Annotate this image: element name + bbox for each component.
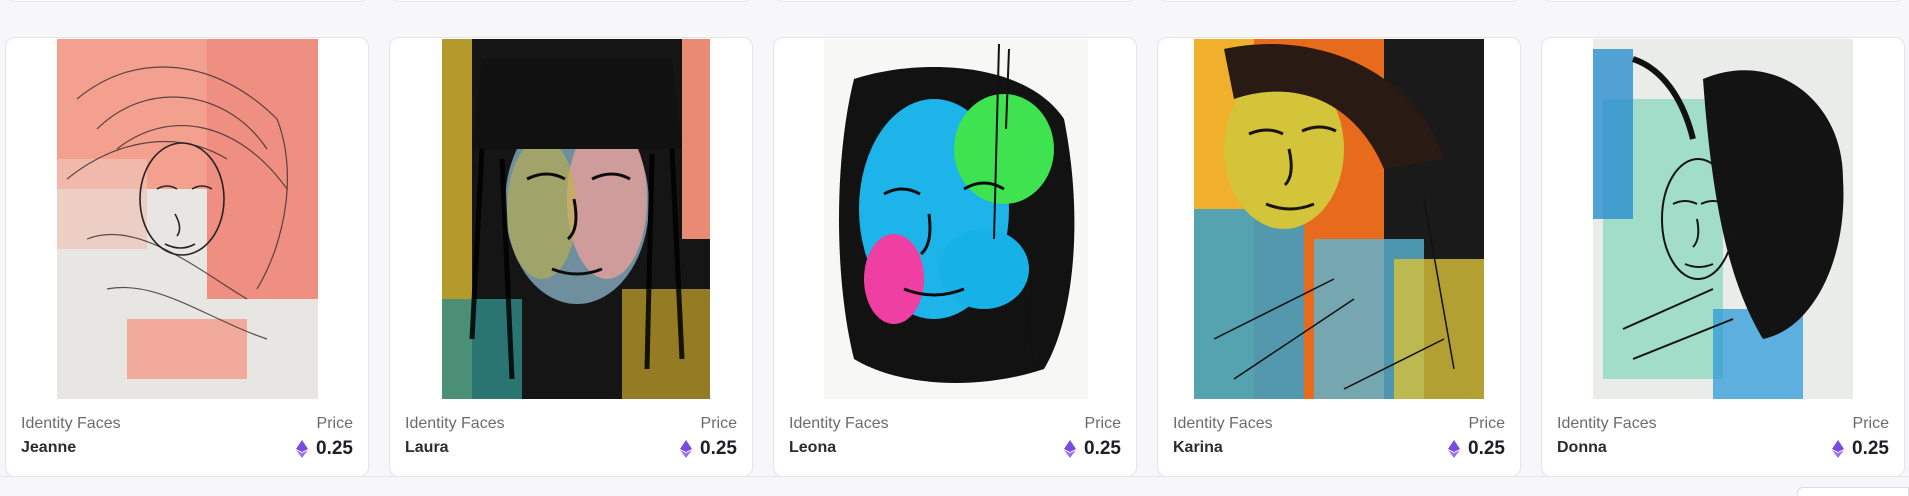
corner-widget[interactable] xyxy=(1797,487,1909,496)
nft-name[interactable]: Donna xyxy=(1557,439,1607,457)
collection-name: Identity Faces xyxy=(405,415,505,432)
collection-name: Identity Faces xyxy=(789,415,889,432)
artwork-image[interactable] xyxy=(57,39,318,399)
nft-card-jeanne[interactable]: Identity Faces Jeanne Price 0.25 xyxy=(5,37,369,477)
nft-name[interactable]: Leona xyxy=(789,439,836,457)
nft-name[interactable]: Karina xyxy=(1173,439,1223,457)
price-label: Price xyxy=(316,415,353,432)
price-value: 0.25 xyxy=(316,438,353,459)
price-value: 0.25 xyxy=(1852,438,1889,459)
price-display: 0.25 xyxy=(680,438,737,460)
nft-card-grid: Identity Faces Jeanne Price 0.25 Identit… xyxy=(5,37,1909,477)
price-value: 0.25 xyxy=(1468,438,1505,459)
nft-name[interactable]: Jeanne xyxy=(21,439,76,457)
nft-name[interactable]: Laura xyxy=(405,439,449,457)
ethereum-icon xyxy=(296,440,309,458)
price-display: 0.25 xyxy=(1448,438,1505,460)
artwork-image[interactable] xyxy=(824,39,1088,399)
price-display: 0.25 xyxy=(1064,438,1121,460)
ethereum-icon xyxy=(1832,440,1845,458)
previous-row-card[interactable] xyxy=(1541,0,1905,2)
artwork-image[interactable] xyxy=(1593,39,1853,399)
collection-name: Identity Faces xyxy=(21,415,121,432)
ethereum-icon xyxy=(680,440,693,458)
collection-name: Identity Faces xyxy=(1173,415,1273,432)
section-divider xyxy=(0,476,1909,477)
price-value: 0.25 xyxy=(700,438,737,459)
ethereum-icon xyxy=(1064,440,1077,458)
previous-row-card[interactable] xyxy=(1157,0,1521,2)
nft-card-karina[interactable]: Identity Faces Karina Price 0.25 xyxy=(1157,37,1521,477)
collection-name: Identity Faces xyxy=(1557,415,1657,432)
price-label: Price xyxy=(700,415,737,432)
previous-row-card[interactable] xyxy=(773,0,1137,2)
nft-card-laura[interactable]: Identity Faces Laura Price 0.25 xyxy=(389,37,753,477)
previous-row-cards xyxy=(0,0,1909,4)
artwork-image[interactable] xyxy=(442,39,710,399)
nft-card-leona[interactable]: Identity Faces Leona Price 0.25 xyxy=(773,37,1137,477)
nft-gallery-page: Identity Faces Jeanne Price 0.25 Identit… xyxy=(0,0,1909,496)
price-display: 0.25 xyxy=(1832,438,1889,460)
ethereum-icon xyxy=(1448,440,1461,458)
nft-card-donna[interactable]: Identity Faces Donna Price 0.25 xyxy=(1541,37,1905,477)
price-display: 0.25 xyxy=(296,438,353,460)
previous-row-card[interactable] xyxy=(5,0,369,2)
previous-row-card[interactable] xyxy=(389,0,753,2)
price-label: Price xyxy=(1084,415,1121,432)
price-label: Price xyxy=(1468,415,1505,432)
price-value: 0.25 xyxy=(1084,438,1121,459)
price-label: Price xyxy=(1852,415,1889,432)
artwork-image[interactable] xyxy=(1194,39,1484,399)
